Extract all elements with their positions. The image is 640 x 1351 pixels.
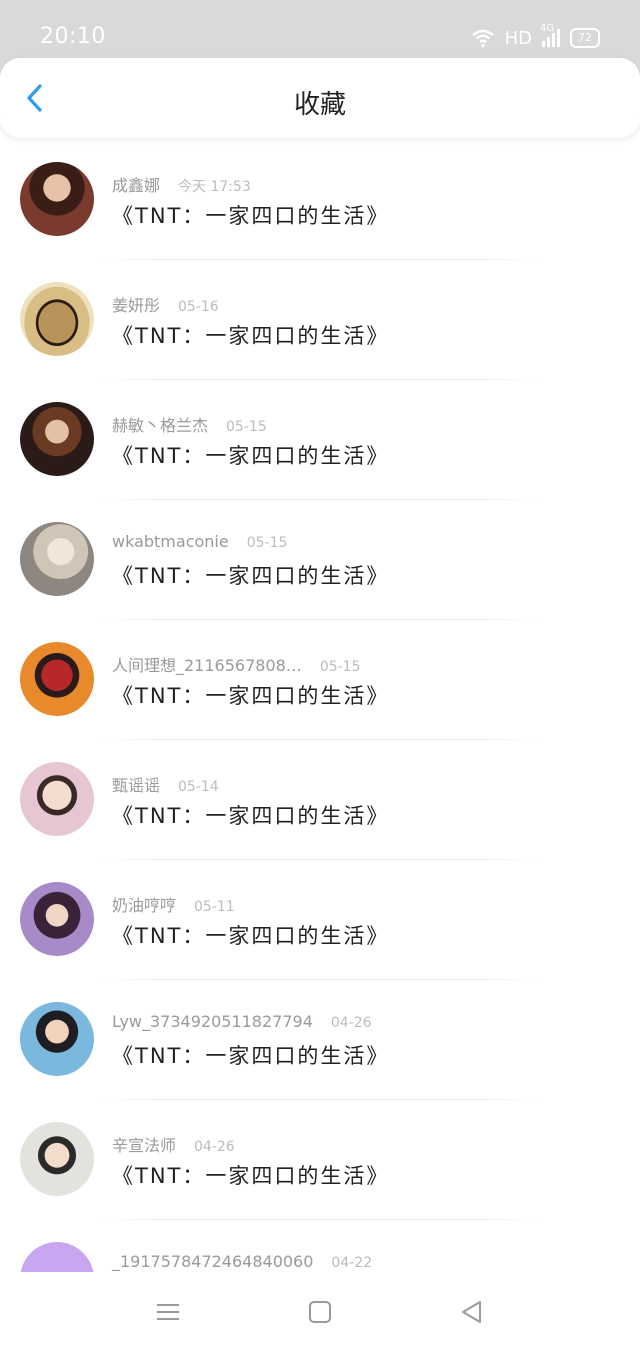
author-name[interactable]: 辛宣法师 <box>112 1136 176 1155</box>
author-name[interactable]: 成鑫娜 <box>112 176 160 195</box>
triangle-back-icon[interactable] <box>458 1298 486 1326</box>
author-name[interactable]: 奶油哼哼 <box>112 896 176 915</box>
status-indicators: HD 4G 72 <box>471 23 600 50</box>
post-date: 04-26 <box>330 1015 372 1031</box>
item-title[interactable]: 《TNT：一家四口的生活》 <box>112 440 389 470</box>
item-title[interactable]: 《TNT：一家四口的生活》 <box>112 680 389 710</box>
signal-type-label: 4G <box>540 23 555 34</box>
item-title[interactable]: 《TNT：一家四口的生活》 <box>112 1040 389 1070</box>
list-item[interactable]: 赫敏丶格兰杰 05-15 《TNT：一家四口的生活》 <box>0 380 640 500</box>
post-date: 05-15 <box>226 419 267 435</box>
item-title[interactable]: 《TNT：一家四口的生活》 <box>112 1160 389 1190</box>
item-title[interactable]: 《TNT：一家四口的生活》 <box>112 800 389 830</box>
menu-icon[interactable] <box>154 1298 182 1326</box>
page-title: 收藏 <box>293 90 346 120</box>
list-item[interactable]: 成鑫娜 今天 17:53 《TNT：一家四口的生活》 <box>0 140 640 260</box>
header-bar: 收藏 <box>0 58 640 138</box>
post-date: 05-15 <box>319 659 361 675</box>
system-nav-bar <box>0 1272 640 1351</box>
item-title[interactable]: 《TNT：一家四口的生活》 <box>112 920 389 950</box>
post-date: 今天 17:53 <box>178 179 251 195</box>
item-title[interactable]: 《TNT：一家四口的生活》 <box>112 560 389 590</box>
author-name[interactable]: wkabtmaconie <box>112 532 229 551</box>
avatar[interactable] <box>20 762 94 836</box>
status-time: 20:10 <box>40 24 106 49</box>
square-home-icon[interactable] <box>306 1298 334 1326</box>
list-item[interactable]: 甄谣谣 05-14 《TNT：一家四口的生活》 <box>0 740 640 860</box>
avatar[interactable] <box>20 1002 94 1076</box>
avatar[interactable] <box>20 402 94 476</box>
network-hd-label: HD <box>504 27 532 49</box>
avatar[interactable] <box>20 282 94 356</box>
list-item[interactable]: 人间理想_2116567808… 05-15 《TNT：一家四口的生活》 <box>0 620 640 740</box>
post-date: 05-16 <box>178 299 219 315</box>
avatar[interactable] <box>20 882 94 956</box>
author-name[interactable]: 姜妍彤 <box>112 296 160 315</box>
author-name[interactable]: 人间理想_2116567808… <box>112 656 302 675</box>
post-date: 05-15 <box>246 535 288 551</box>
wifi-icon <box>471 29 494 48</box>
author-name[interactable]: 赫敏丶格兰杰 <box>112 416 208 435</box>
post-date: 04-26 <box>194 1139 235 1155</box>
favorites-list: 成鑫娜 今天 17:53 《TNT：一家四口的生活》 姜妍彤 05-16 《TNT：… <box>0 140 640 1340</box>
avatar[interactable] <box>20 522 94 596</box>
author-name[interactable]: 甄谣谣 <box>112 776 160 795</box>
avatar[interactable] <box>20 642 94 716</box>
list-item[interactable]: 辛宣法师 04-26 《TNT：一家四口的生活》 <box>0 1100 640 1220</box>
post-date: 05-11 <box>194 899 235 915</box>
item-title[interactable]: 《TNT：一家四口的生活》 <box>112 320 389 350</box>
signal-icon: 4G <box>540 23 560 47</box>
battery-icon: 72 <box>570 28 600 48</box>
list-item[interactable]: 奶油哼哼 05-11 《TNT：一家四口的生活》 <box>0 860 640 980</box>
list-item[interactable]: Lyw_3734920511827794 04-26 《TNT：一家四口的生活》 <box>0 980 640 1100</box>
avatar[interactable] <box>20 162 94 236</box>
list-item[interactable]: wkabtmaconie 05-15 《TNT：一家四口的生活》 <box>0 500 640 620</box>
list-item[interactable]: 姜妍彤 05-16 《TNT：一家四口的生活》 <box>0 260 640 380</box>
avatar[interactable] <box>20 1122 94 1196</box>
item-title[interactable]: 《TNT：一家四口的生活》 <box>112 200 389 230</box>
author-name[interactable]: _1917578472464840060 <box>112 1252 313 1271</box>
post-date: 04-22 <box>331 1255 373 1271</box>
author-name[interactable]: Lyw_3734920511827794 <box>112 1012 313 1031</box>
post-date: 05-14 <box>178 779 219 795</box>
